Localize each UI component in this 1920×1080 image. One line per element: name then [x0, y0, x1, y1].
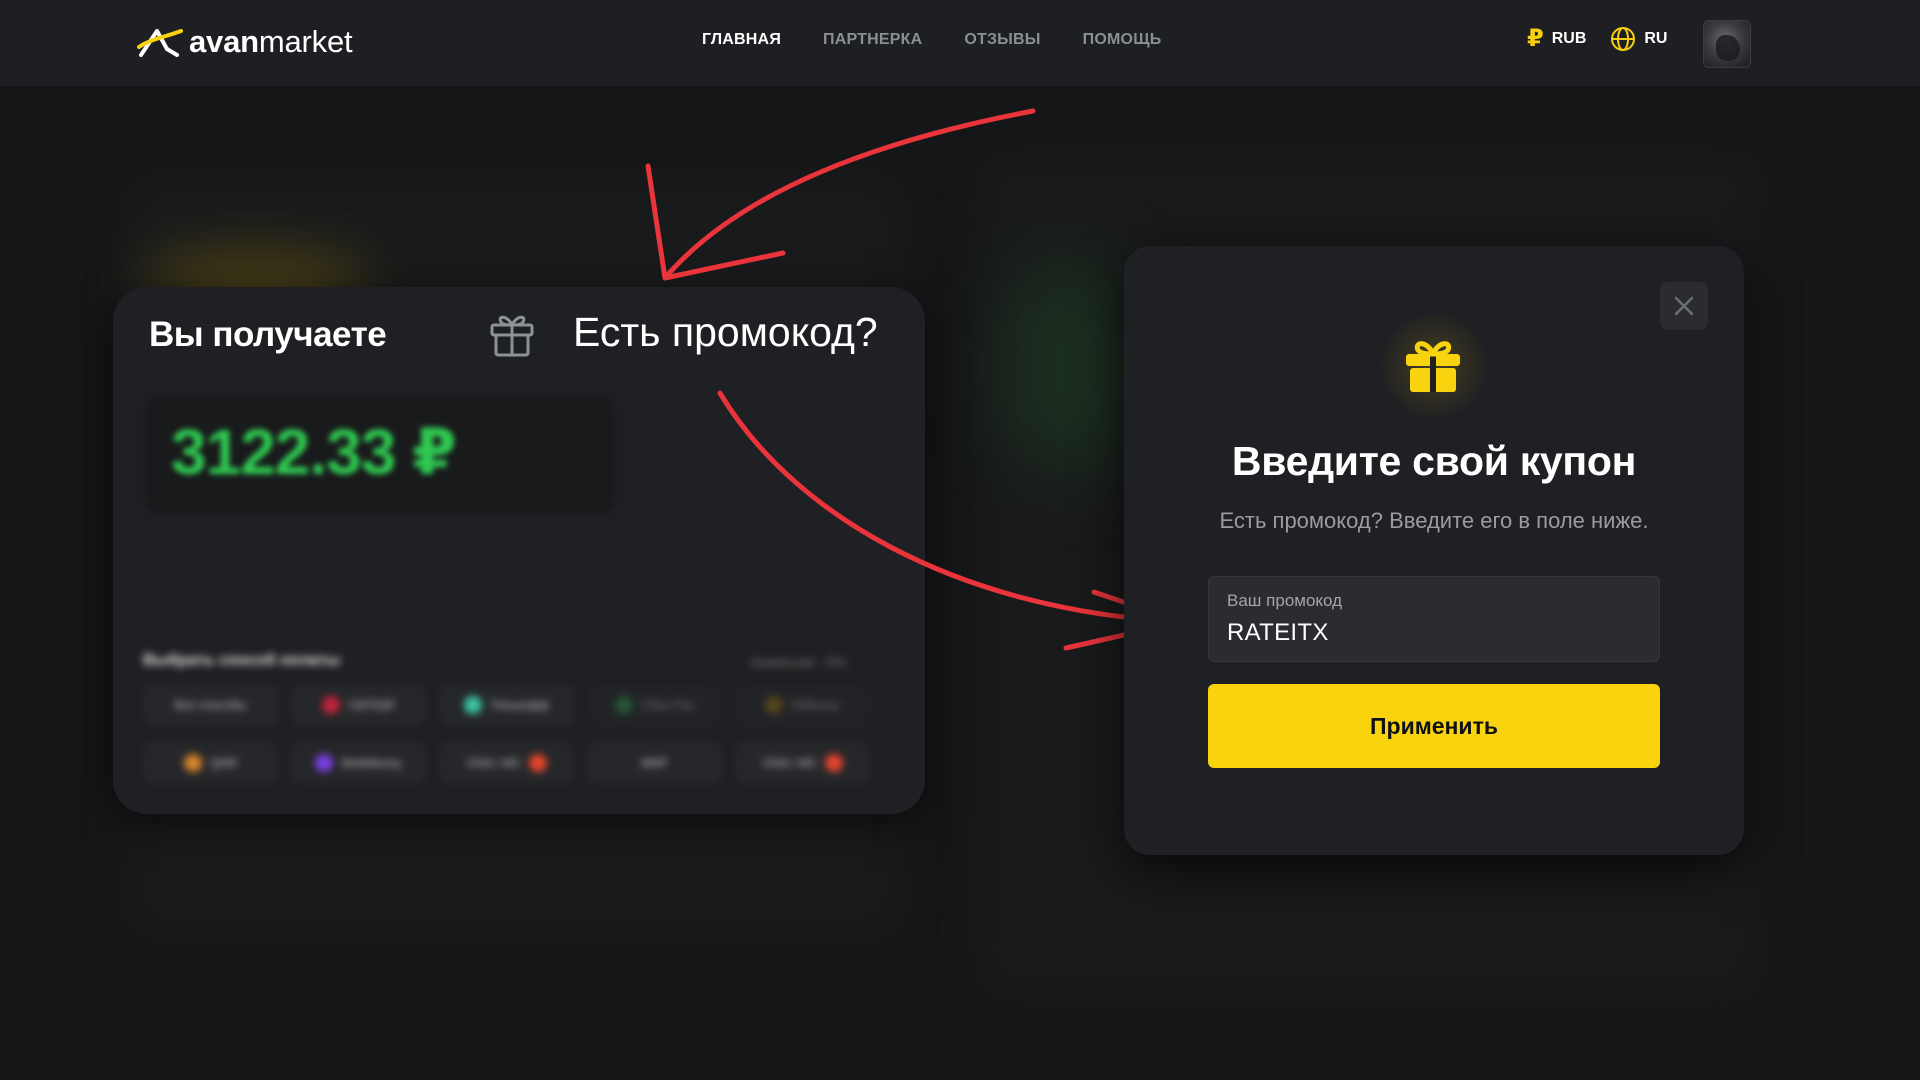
payment-method[interactable]: Все способы [143, 684, 278, 726]
payment-method[interactable]: Тинькофф [439, 684, 574, 726]
top-header: avanmarket ГЛАВНАЯ ПАРТНЕРКА ОТЗЫВЫ ПОМО… [0, 0, 1920, 86]
close-button[interactable] [1660, 282, 1708, 330]
modal-title: Введите свой купон [1231, 438, 1637, 484]
gift-icon [1406, 341, 1460, 392]
you-receive-title: Вы получаете [149, 315, 387, 354]
payment-method[interactable]: VISA / MC [735, 742, 870, 784]
globe-icon [1611, 27, 1636, 51]
exchange-card: Вы получаете Есть промокод? 3122.33 ₽ Вы… [113, 287, 925, 814]
coupon-modal: Введите свой купон Есть промокод? Введит… [1124, 246, 1744, 855]
payment-method[interactable]: Сбер Pay [587, 684, 722, 726]
promocode-label: Ваш промокод [1227, 591, 1343, 610]
promocode-input[interactable]: RATEITX [1227, 619, 1641, 647]
payment-method[interactable]: СБП/QR [291, 684, 426, 726]
receive-amount: 3122.33 ₽ [171, 416, 457, 488]
blurred-green-glow [1000, 256, 1140, 476]
header-controls: ₽ RUB RU [1527, 26, 1667, 52]
payment-method[interactable]: VISA / MC [439, 742, 574, 784]
modal-subtitle: Есть промокод? Введите его в поле ниже. [1219, 508, 1649, 533]
payment-title: Выбрать способ оплаты [143, 652, 341, 669]
main-nav: ГЛАВНАЯ ПАРТНЕРКА ОТЗЫВЫ ПОМОЩЬ [702, 31, 1161, 49]
nav-partner[interactable]: ПАРТНЕРКА [823, 31, 922, 49]
currency-label: RUB [1551, 30, 1587, 47]
promocode-field[interactable]: Ваш промокод RATEITX [1208, 576, 1660, 662]
ruble-icon: ₽ [1527, 25, 1544, 52]
payment-method[interactable]: ЮMoney [735, 684, 870, 726]
payment-method[interactable]: МИР [587, 742, 722, 784]
payment-fee: Комиссия · 0% [751, 654, 847, 670]
have-promocode-link[interactable]: Есть промокод? [573, 309, 878, 356]
nav-help[interactable]: ПОМОЩЬ [1083, 31, 1162, 49]
payment-method[interactable]: QIWI [143, 742, 278, 784]
currency-selector[interactable]: ₽ RUB [1527, 27, 1586, 51]
language-label: RU [1644, 30, 1668, 47]
nav-home[interactable]: ГЛАВНАЯ [702, 31, 781, 49]
nav-reviews[interactable]: ОТЗЫВЫ [964, 31, 1040, 49]
logo[interactable]: avanmarket [137, 24, 353, 60]
apply-button[interactable]: Применить [1208, 684, 1660, 768]
payment-method[interactable]: WebMoney [291, 742, 426, 784]
gift-icon[interactable] [488, 309, 536, 359]
logo-text: avanmarket [189, 24, 353, 59]
logo-icon [137, 29, 183, 57]
language-selector[interactable]: RU [1610, 26, 1667, 52]
avatar[interactable] [1703, 20, 1751, 68]
close-icon [1674, 296, 1694, 316]
